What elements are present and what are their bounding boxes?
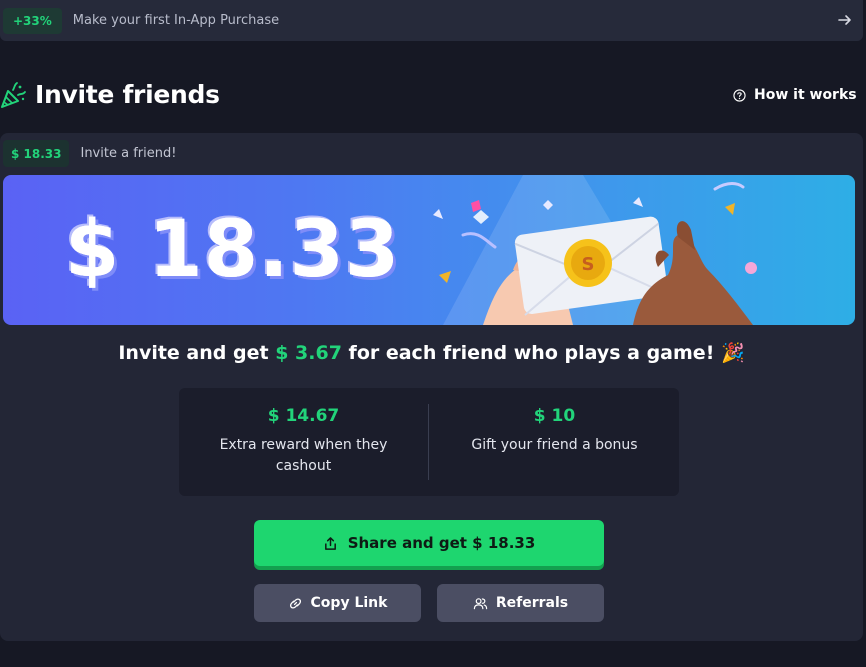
share-button-label: Share and get $ 18.33 xyxy=(347,534,536,552)
promo-bar[interactable]: +33% Make your first In-App Purchase xyxy=(0,0,863,41)
rewards-summary: $ 14.67 Extra reward when they cashout $… xyxy=(179,388,679,496)
reward-row: $ 18.33 Invite a friend! xyxy=(3,140,176,167)
banner-amount: $ 18.33 xyxy=(65,205,401,295)
invite-headline: Invite and get $ 3.67 for each friend wh… xyxy=(0,341,863,364)
arrow-right-icon[interactable] xyxy=(837,12,853,28)
referrals-button[interactable]: Referrals xyxy=(437,584,604,622)
link-icon xyxy=(289,597,301,609)
envelope-illustration: S xyxy=(433,175,757,325)
promo-text: Make your first In-App Purchase xyxy=(72,13,280,28)
stat-description: Gift your friend a bonus xyxy=(471,437,638,453)
headline-prefix: Invite and get xyxy=(118,342,269,364)
stat-friend-bonus: $ 10 Gift your friend a bonus xyxy=(430,388,679,496)
headline-amount: $ 3.67 xyxy=(275,342,342,364)
party-popper-icon xyxy=(1,82,26,108)
divider xyxy=(428,404,429,480)
copy-link-button[interactable]: Copy Link xyxy=(254,584,421,622)
reward-text: Invite a friend! xyxy=(80,146,177,161)
stat-cashout-reward: $ 14.67 Extra reward when they cashout xyxy=(179,388,428,496)
stat-value: $ 10 xyxy=(533,406,576,426)
share-button[interactable]: Share and get $ 18.33 xyxy=(254,520,604,566)
how-it-works-link[interactable]: How it works xyxy=(733,87,857,103)
headline-suffix: for each friend who plays a game! 🎉 xyxy=(348,342,745,364)
svg-text:S: S xyxy=(582,254,595,275)
stat-value: $ 14.67 xyxy=(267,406,340,426)
invite-card: $ 18.33 Invite a friend! $ 18.33 S Invit… xyxy=(0,133,863,641)
question-circle-icon xyxy=(733,88,746,102)
promo-badge: +33% xyxy=(3,7,62,34)
share-icon xyxy=(324,536,336,550)
referrals-label: Referrals xyxy=(495,595,569,611)
copy-link-label: Copy Link xyxy=(310,595,388,611)
reward-banner: $ 18.33 S xyxy=(3,175,855,325)
stat-description: Extra reward when they cashout xyxy=(219,437,388,474)
page-title: Invite friends xyxy=(35,80,220,109)
page-header: Invite friends How it works xyxy=(0,78,866,118)
how-it-works-label: How it works xyxy=(754,87,857,103)
users-icon xyxy=(473,597,488,609)
reward-badge: $ 18.33 xyxy=(3,140,70,167)
